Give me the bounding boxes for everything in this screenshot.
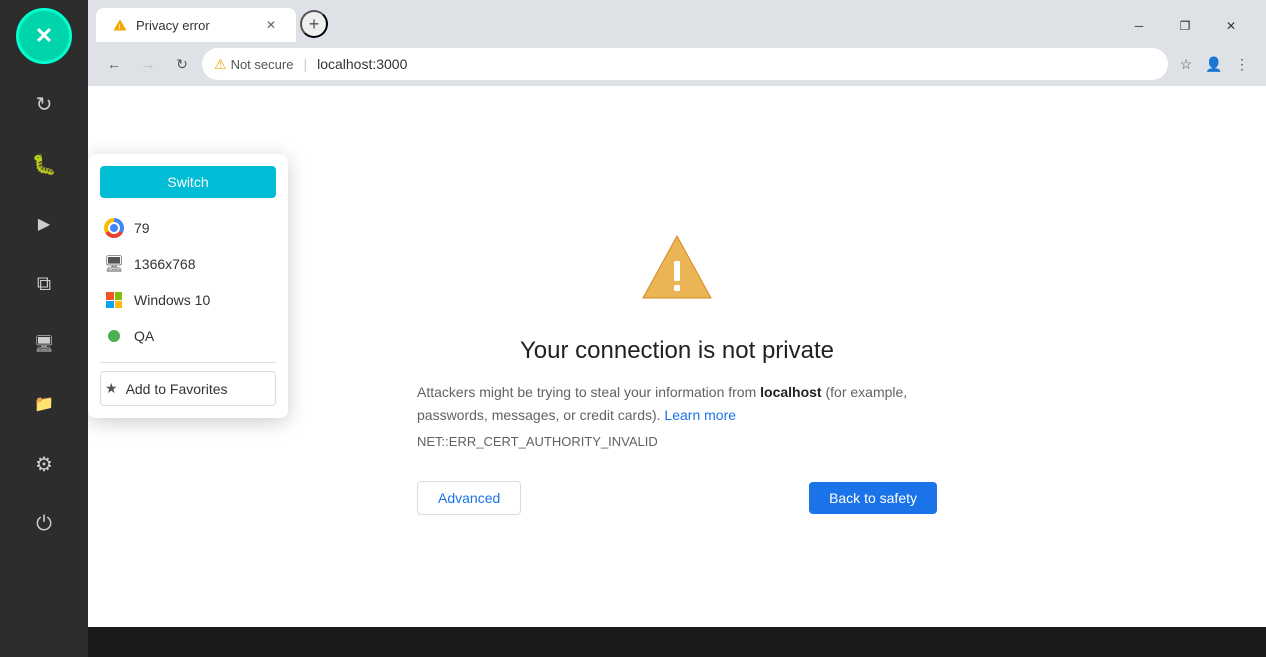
tab-favicon: !: [112, 17, 128, 33]
refresh-button[interactable]: ↻: [16, 76, 72, 132]
popup-item-resolution[interactable]: 🖥 1366x768: [100, 246, 276, 282]
video-icon: ▶: [38, 214, 50, 234]
back-button[interactable]: ←: [100, 50, 128, 78]
copy-button[interactable]: ⧉: [16, 256, 72, 312]
not-secure-label: Not secure: [231, 57, 294, 72]
window-close-button[interactable]: ✕: [1208, 12, 1254, 40]
address-right-icons: ☆ 👤 ⋮: [1174, 52, 1254, 76]
qa-status-icon: [104, 326, 124, 346]
bug-icon: 🐛: [32, 152, 57, 177]
power-icon: ⏻: [36, 513, 52, 536]
new-tab-button[interactable]: +: [300, 10, 328, 38]
error-desc-part1: Attackers might be trying to steal your …: [417, 384, 760, 400]
bookmark-icon[interactable]: ☆: [1174, 52, 1198, 76]
gear-icon: ⚙: [35, 452, 53, 477]
maximize-button[interactable]: ❐: [1162, 12, 1208, 40]
error-actions: Advanced Back to safety: [417, 481, 937, 515]
popup-qa-value: QA: [134, 328, 154, 344]
error-desc-bold: localhost: [760, 384, 821, 400]
tab-bar: ! Privacy error ✕ + ─ ❐ ✕: [88, 0, 1266, 42]
address-bar-row: ← → ↻ ⚠ Not secure | localhost:3000 ☆ 👤 …: [88, 42, 1266, 86]
popup-divider: [100, 362, 276, 363]
chrome-icon: [104, 218, 124, 238]
monitor-icon: 🖥: [34, 334, 54, 354]
error-code: NET::ERR_CERT_AUTHORITY_INVALID: [417, 434, 937, 449]
popup-item-os[interactable]: Windows 10: [100, 282, 276, 318]
popup-item-chrome[interactable]: 79: [100, 210, 276, 246]
address-separator: |: [303, 56, 307, 72]
windows-icon: [104, 290, 124, 310]
folder-icon: 📁: [34, 394, 54, 414]
monitor-button[interactable]: 🖥: [16, 316, 72, 372]
browser-chrome: ! Privacy error ✕ + ─ ❐ ✕ ← → ↻ ⚠ No: [88, 0, 1266, 86]
browser-window: ! Privacy error ✕ + ─ ❐ ✕ ← → ↻ ⚠ No: [88, 0, 1266, 657]
warning-triangle-icon: ⚠: [214, 56, 227, 73]
tab-close-button[interactable]: ✕: [262, 16, 280, 34]
learn-more-link[interactable]: Learn more: [664, 407, 736, 423]
account-icon[interactable]: 👤: [1202, 52, 1226, 76]
window-controls: ─ ❐ ✕: [1116, 8, 1258, 40]
bug-button[interactable]: 🐛: [16, 136, 72, 192]
back-to-safety-button[interactable]: Back to safety: [809, 482, 937, 514]
switch-button[interactable]: Switch: [100, 166, 276, 198]
popup-panel: Switch 79 🖥 1366x768: [88, 154, 288, 418]
reload-button[interactable]: ↻: [168, 50, 196, 78]
popup-item-qa[interactable]: QA: [100, 318, 276, 354]
star-icon: ★: [105, 380, 118, 397]
security-warning: ⚠ Not secure: [214, 56, 293, 73]
browser-tab[interactable]: ! Privacy error ✕: [96, 8, 296, 42]
settings-button[interactable]: ⚙: [16, 436, 72, 492]
video-button[interactable]: ▶: [16, 196, 72, 252]
refresh-icon: ↻: [36, 92, 53, 117]
popup-os-value: Windows 10: [134, 292, 210, 308]
sidebar: ✕ ↻ 🐛 ▶ ⧉ 🖥 📁 ⚙ ⏻: [0, 0, 88, 657]
add-to-favorites-button[interactable]: ★ Add to Favorites: [100, 371, 276, 406]
folder-button[interactable]: 📁: [16, 376, 72, 432]
close-button[interactable]: ✕: [16, 8, 72, 64]
monitor-popup-icon: 🖥: [104, 254, 124, 274]
forward-button[interactable]: →: [134, 50, 162, 78]
menu-icon[interactable]: ⋮: [1230, 52, 1254, 76]
advanced-button[interactable]: Advanced: [417, 481, 521, 515]
browser-content: Your connection is not private Attackers…: [88, 86, 1266, 657]
tab-warning-icon: !: [113, 18, 127, 32]
error-description: Attackers might be trying to steal your …: [417, 381, 937, 426]
tab-title: Privacy error: [136, 18, 254, 33]
copy-icon: ⧉: [37, 273, 51, 296]
power-button[interactable]: ⏻: [16, 496, 72, 552]
bottom-bar: [88, 627, 1266, 657]
address-url: localhost:3000: [317, 56, 407, 72]
popup-resolution-value: 1366x768: [134, 256, 196, 272]
add-favorites-label: Add to Favorites: [126, 381, 228, 397]
error-title: Your connection is not private: [520, 337, 834, 365]
privacy-error-page: Your connection is not private Attackers…: [377, 86, 977, 657]
svg-text:!: !: [119, 24, 121, 31]
address-bar[interactable]: ⚠ Not secure | localhost:3000: [202, 48, 1168, 80]
minimize-button[interactable]: ─: [1116, 12, 1162, 40]
large-warning-icon: [637, 228, 717, 313]
x-icon: ✕: [35, 23, 53, 49]
popup-chrome-value: 79: [134, 220, 150, 236]
